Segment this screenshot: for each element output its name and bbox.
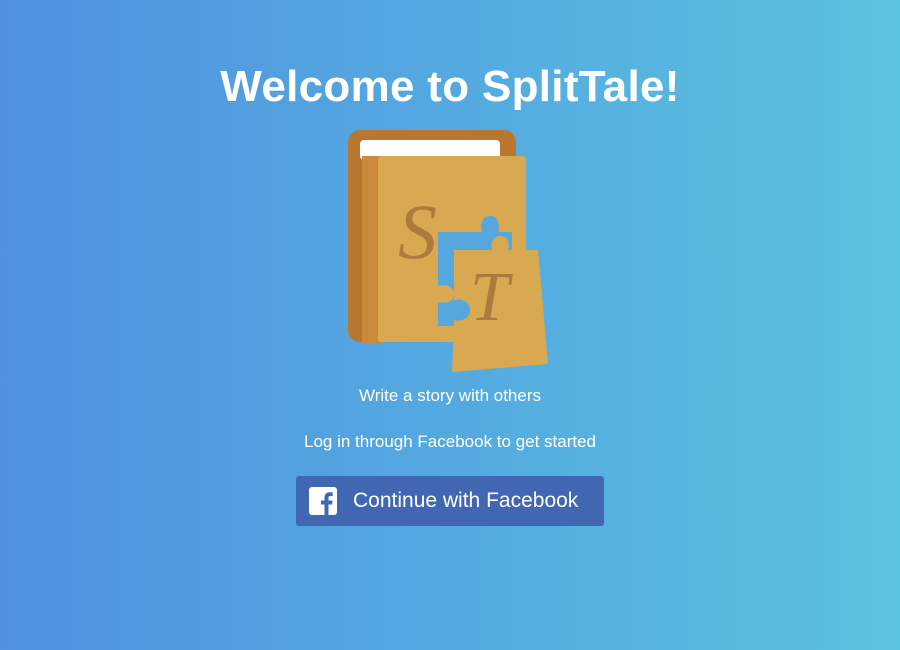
page-title: Welcome to SplitTale! — [220, 62, 680, 111]
logo-letter-t: T — [470, 259, 514, 336]
book-puzzle-logo: S T — [348, 130, 548, 372]
tagline: Write a story with others — [358, 386, 542, 405]
continue-with-facebook-button[interactable]: Continue with Facebook — [296, 476, 604, 526]
login-hint: Log in through Facebook to get started — [303, 432, 597, 451]
facebook-icon — [309, 487, 337, 515]
logo-letter-s: S — [398, 188, 437, 275]
welcome-screen: Welcome to SplitTale! S T Write a story … — [0, 0, 900, 650]
facebook-button-label: Continue with Facebook — [353, 489, 579, 512]
